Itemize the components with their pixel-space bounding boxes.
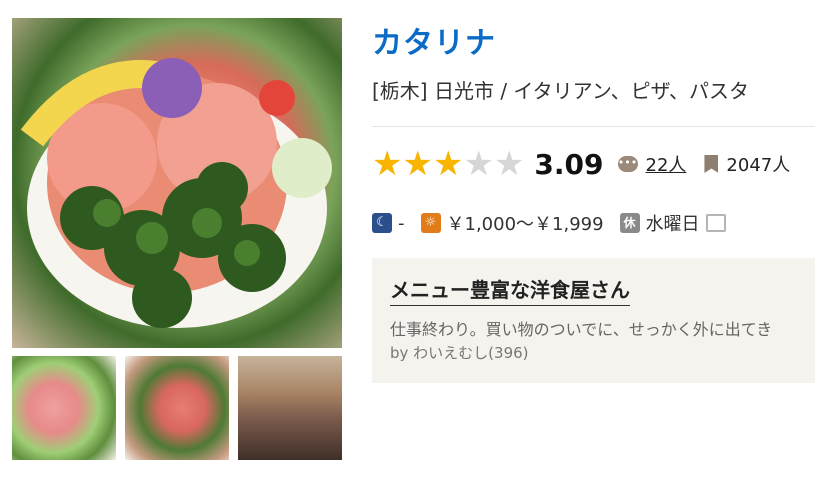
save-count-area[interactable]: 2047人: [704, 151, 790, 177]
salad-illustration: [20, 58, 332, 328]
save-count: 2047人: [726, 155, 791, 176]
star-icon: ★: [463, 144, 494, 184]
night-budget: -: [398, 212, 405, 234]
photo-gallery: [12, 18, 342, 460]
note-icon[interactable]: [705, 214, 726, 232]
review-count[interactable]: 22人: [646, 151, 687, 177]
review-count-link[interactable]: ••• 22人: [617, 151, 687, 177]
speech-bubble-icon: •••: [617, 156, 638, 172]
thumbnail-photo-3[interactable]: [238, 356, 342, 460]
thumbnail-photo-1[interactable]: [12, 356, 116, 460]
star-icon: ★: [493, 144, 525, 184]
sun-icon: ☼: [420, 213, 441, 233]
pr-title[interactable]: メニュー豊富な洋食屋さん: [390, 274, 630, 306]
bookmark-icon: [704, 155, 719, 173]
day-budget: ￥1,000～￥1,999: [446, 214, 604, 235]
restaurant-name[interactable]: カタリナ: [372, 18, 496, 62]
pr-author: by わいえむし(396): [390, 344, 529, 362]
holiday-badge: 休: [619, 213, 640, 233]
rating-row: ★ ★ ★ ★ ★ 3.09 ••• 22人 2047人: [372, 146, 808, 182]
pr-comment-box[interactable]: メニュー豊富な洋食屋さん 仕事終わり。買い物のついでに、せっかく外に出てき by…: [372, 258, 815, 383]
moon-icon: ☾: [372, 213, 392, 233]
pr-text: 仕事終わり。買い物のついでに、せっかく外に出てき: [390, 320, 773, 339]
star-icon: ★: [372, 144, 403, 184]
main-photo-salad[interactable]: [12, 18, 342, 348]
restaurant-area-genre: [栃木] 日光市 / イタリアン、ピザ、パスタ: [372, 79, 750, 103]
star-icon: ★: [432, 144, 464, 184]
budget-holiday-row: ☾ - ☼ ￥1,000～￥1,999 休 水曜日: [372, 210, 726, 236]
star-icon: ★: [402, 144, 433, 184]
thumbnail-strip: [12, 356, 342, 460]
divider: [372, 126, 815, 127]
thumbnail-photo-2[interactable]: [125, 356, 229, 460]
rating-score: 3.09: [534, 147, 604, 181]
holiday-text: 水曜日: [645, 214, 700, 235]
